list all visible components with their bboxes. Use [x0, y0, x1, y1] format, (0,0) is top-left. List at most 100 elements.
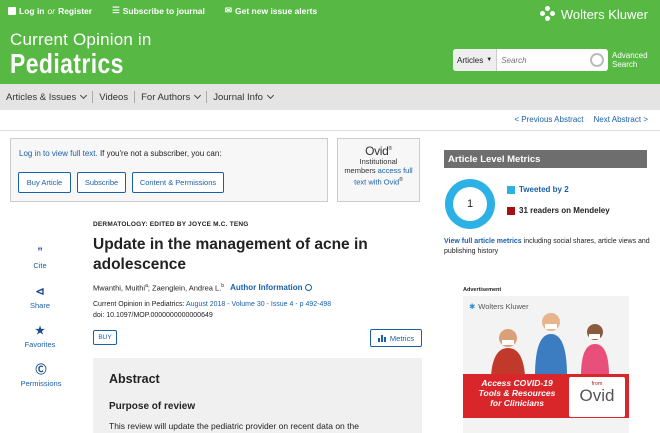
- access-rest-text: If you're not a subscriber, you can:: [97, 149, 222, 158]
- author-information-toggle[interactable]: Author Information: [230, 283, 312, 293]
- bar-chart-icon: [377, 334, 386, 342]
- journal-title-line1[interactable]: Current Opinion in: [10, 30, 152, 50]
- caret-down-icon: ▼: [486, 57, 493, 63]
- advertisement-banner[interactable]: ✱ Wolters Kluwer Access COVID-19 Tools & R…: [463, 296, 629, 433]
- ad-red-banner: Access COVID-19 Tools & Resources for Clin…: [463, 374, 629, 418]
- divider: [0, 130, 660, 131]
- metrics-button[interactable]: Metrics: [370, 329, 422, 347]
- nav-label: Articles & Issues: [6, 91, 77, 103]
- twitter-color-swatch: [507, 185, 515, 194]
- issue-link[interactable]: August 2018 - Volume 30 - Issue 4 - p 49…: [186, 301, 331, 308]
- register-link[interactable]: Register: [58, 6, 92, 16]
- ad-headline: Access COVID-19 Tools & Resources for Clin…: [469, 378, 565, 408]
- author-info-label: Author Information: [230, 283, 303, 293]
- purpose-heading: Purpose of review: [109, 401, 196, 412]
- author-name[interactable]: ; Zaenglein, Andrea L.: [148, 284, 221, 293]
- article-level-metrics-heading: Article Level Metrics: [444, 150, 647, 168]
- share-icon: ⊲: [35, 286, 45, 298]
- advertisement-label: Advertisement: [463, 287, 502, 293]
- nav-label: For Authors: [141, 91, 191, 103]
- search-scope-select[interactable]: Articles ▼: [453, 49, 498, 71]
- user-icon: [8, 6, 16, 15]
- login-link[interactable]: Log in: [19, 6, 45, 16]
- full-metrics-text: View full article metrics including soci…: [444, 237, 654, 257]
- nav-journal-info[interactable]: Journal Info: [207, 92, 279, 103]
- permissions-label: Permissions: [20, 379, 62, 388]
- favorites-tool[interactable]: ★ Favorites: [20, 325, 60, 349]
- author-name[interactable]: Mwanthi, Muithi: [93, 284, 145, 293]
- abstract-heading: Abstract: [109, 372, 160, 386]
- login-full-text-link[interactable]: Log in to view full text.: [19, 149, 98, 158]
- article-citation: Current Opinion in Pediatrics: August 20…: [93, 299, 331, 321]
- chevron-down-icon: [266, 91, 274, 100]
- search-bar: Articles ▼: [453, 49, 608, 71]
- favorites-label: Favorites: [24, 340, 56, 349]
- nav-articles-issues[interactable]: Articles & Issues: [0, 92, 92, 103]
- search-scope-value: Articles: [457, 55, 484, 65]
- mail-icon: ✉: [224, 5, 233, 15]
- ovid-logo-reg: ®: [388, 146, 393, 152]
- subscribe-link[interactable]: Subscribe to journal: [123, 6, 205, 16]
- ovid-text-line2: members: [344, 166, 376, 175]
- ovid-text-line1: Institutional: [359, 156, 398, 166]
- full-metrics-link[interactable]: View full article metrics: [444, 238, 522, 245]
- author-list: Mwanthi, Muithia; Zaenglein, Andrea L.b: [93, 283, 224, 293]
- ovid-logo: Ovid®: [338, 145, 419, 157]
- ad-line3: for Clinicians: [490, 398, 544, 408]
- nav-label: Journal Info: [213, 91, 263, 103]
- nav-videos[interactable]: Videos: [93, 92, 134, 103]
- advanced-search-line2: Search: [612, 60, 638, 69]
- cite-tool[interactable]: ” Cite: [20, 246, 60, 270]
- buy-button[interactable]: BUY: [93, 330, 117, 345]
- share-label: Share: [29, 301, 50, 310]
- star-icon: ★: [35, 325, 45, 337]
- author-affiliation: b: [221, 283, 225, 289]
- tweet-count: Tweeted by 2: [519, 185, 569, 194]
- article-doi: doi: 10.1097/MOP.0000000000000649: [93, 312, 213, 319]
- tweet-metric[interactable]: Tweeted by 2: [507, 185, 569, 194]
- advanced-search-link[interactable]: Advanced Search: [612, 51, 648, 69]
- article-title: Update in the management of acne in adol…: [93, 236, 368, 273]
- access-text: Log in to view full text. If you're not …: [19, 149, 222, 158]
- buy-article-button[interactable]: Buy Article: [18, 172, 71, 193]
- quote-icon: ”: [37, 246, 43, 258]
- site-header: Log in or Register ☰ Subscribe to journal ✉…: [0, 0, 660, 84]
- cite-label: Cite: [33, 261, 47, 270]
- search-input[interactable]: [497, 55, 588, 65]
- top-links: Log in or Register ☰ Subscribe to journal ✉…: [8, 5, 317, 16]
- ovid-link-reg: ®: [399, 176, 403, 183]
- publisher-name: Wolters Kluwer: [560, 6, 648, 22]
- mendeley-color-swatch: [507, 206, 515, 215]
- previous-abstract-link[interactable]: < Previous Abstract: [514, 115, 583, 124]
- abstract-section: Abstract Purpose of review This review w…: [93, 358, 422, 433]
- copyright-icon: Ⓒ: [35, 364, 47, 376]
- chevron-down-icon: [194, 91, 202, 100]
- content-permissions-button[interactable]: Content & Permissions: [132, 172, 224, 193]
- or-text: or: [47, 5, 56, 16]
- mendeley-metric[interactable]: 31 readers on Mendeley: [507, 206, 610, 215]
- altmetric-score: 1: [453, 187, 487, 221]
- permissions-tool[interactable]: Ⓒ Permissions: [16, 364, 66, 388]
- search-icon[interactable]: [590, 53, 604, 67]
- ovid-text: Institutional members access full text wi…: [338, 157, 419, 187]
- journal-title-line2[interactable]: Pediatrics: [10, 48, 124, 80]
- ad-ovid: Ovid: [579, 386, 615, 405]
- ad-ovid-logo: from Ovid: [569, 377, 625, 417]
- citation-journal: Current Opinion in Pediatrics:: [93, 301, 186, 308]
- subscribe-button[interactable]: Subscribe: [77, 172, 126, 193]
- abstract-pager: < Previous Abstract Next Abstract >: [514, 115, 648, 124]
- ad-line2: Tools & Resources: [478, 388, 556, 398]
- article-authors: Mwanthi, Muithia; Zaenglein, Andrea L.b …: [93, 283, 312, 293]
- share-tool[interactable]: ⊲ Share: [20, 286, 60, 310]
- next-abstract-link[interactable]: Next Abstract >: [594, 115, 648, 124]
- publisher-logo[interactable]: Wolters Kluwer: [539, 6, 648, 22]
- nav-for-authors[interactable]: For Authors: [135, 92, 206, 103]
- chevron-down-icon: [80, 91, 88, 100]
- chevron-circle-icon: [304, 284, 312, 292]
- article-category: DERMATOLOGY: EDITED BY JOYCE M.C. TENG: [93, 221, 249, 228]
- ad-line1: Access COVID-19: [481, 378, 553, 388]
- wolters-kluwer-icon: [539, 6, 556, 22]
- alerts-link[interactable]: Get new issue alerts: [235, 6, 317, 16]
- altmetric-donut[interactable]: 1: [445, 179, 495, 229]
- ovid-access-box: Ovid® Institutional members access full t…: [337, 138, 420, 202]
